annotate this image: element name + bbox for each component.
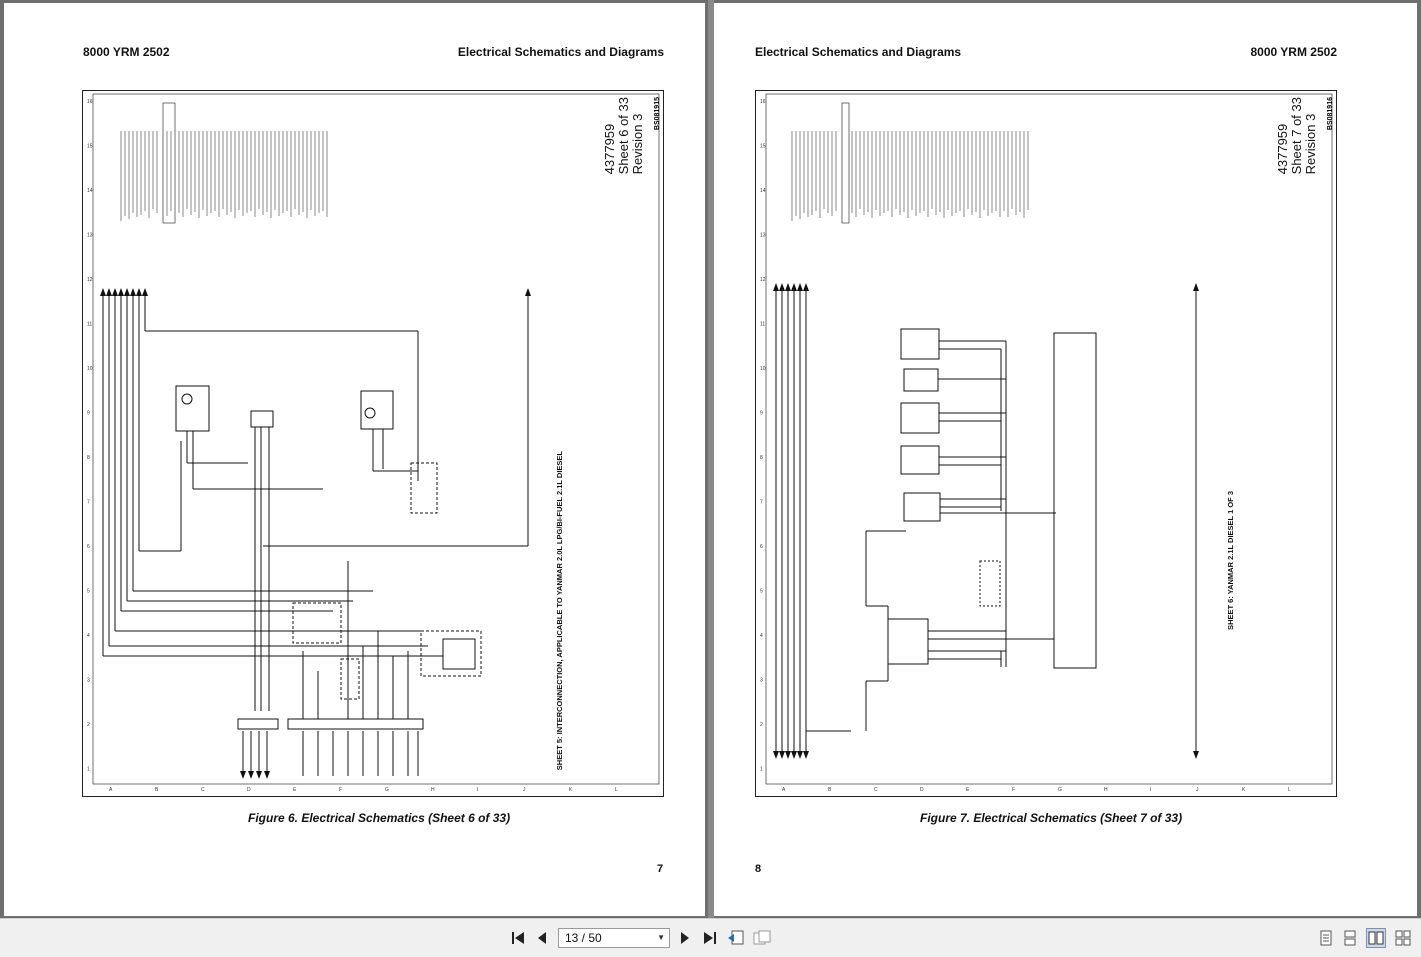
grid-col-label: G (1058, 787, 1062, 793)
grid-col-label: L (1288, 787, 1291, 793)
page-number-input[interactable]: 13 / 50 ▼ (558, 928, 670, 948)
grid-col-label: F (1012, 787, 1015, 793)
sheet-code: BS081915 (654, 97, 661, 131)
schematic-drawing: 16 15 14 13 12 11 10 9 8 7 6 5 4 3 2 1 A B C D E F G H I J K L (87, 93, 660, 793)
grid-row-label: 4 (760, 633, 763, 639)
grid-row-label: 3 (760, 678, 763, 684)
sheet-number: 4377959 Sheet 6 of 33 Revision 3 (602, 97, 645, 175)
section-title-header: Electrical Schematics and Diagrams (755, 45, 962, 59)
page-number: 7 (657, 863, 664, 875)
grid-row-label: 15 (87, 144, 93, 150)
last-page-icon[interactable] (700, 928, 720, 948)
grid-row-label: 2 (87, 722, 90, 728)
doc-code-header: 8000 YRM 2502 (83, 45, 170, 59)
grid-row-label: 5 (87, 589, 90, 595)
grid-col-label: H (431, 787, 435, 793)
viewer-toolbar: 13 / 50 ▼ (0, 918, 1421, 957)
grid-col-label: C (874, 787, 878, 793)
grid-row-label: 9 (760, 411, 763, 417)
grid-col-label: J (523, 787, 526, 793)
grid-col-label: A (109, 787, 113, 793)
grid-col-label: L (615, 787, 618, 793)
grid-col-label: D (920, 787, 924, 793)
first-page-icon[interactable] (508, 928, 528, 948)
left-page: 8000 YRM 2502 Electrical Schematics and … (4, 3, 705, 916)
grid-row-label: 8 (760, 455, 763, 461)
grid-row-label: 15 (760, 144, 766, 150)
grid-row-label: 12 (87, 277, 93, 283)
prev-page-icon[interactable] (532, 928, 552, 948)
grid-col-label: C (201, 787, 205, 793)
grid-row-label: 1 (87, 767, 90, 773)
doc-code-header: 8000 YRM 2502 (1250, 45, 1337, 59)
grid-row-label: 1 (760, 767, 763, 773)
grid-row-label: 7 (760, 500, 763, 506)
rotate-page-icon[interactable] (752, 928, 772, 948)
grid-row-label: 12 (760, 277, 766, 283)
grid-row-label: 11 (760, 322, 765, 328)
grid-col-label: E (966, 787, 970, 793)
grid-row-label: 9 (87, 411, 90, 417)
page-number: 8 (755, 863, 762, 875)
sheet-title: SHEET 6: YANMAR 2.1L DIESEL 1 OF 3 (1226, 491, 1235, 630)
figure-caption: Figure 6. Electrical Schematics (Sheet 6… (248, 811, 511, 825)
grid-row-label: 13 (760, 233, 766, 239)
grid-col-label: D (247, 787, 251, 793)
grid-col-label: A (782, 787, 786, 793)
grid-row-label: 11 (87, 322, 92, 328)
page-indicator: 13 / 50 (565, 931, 602, 945)
two-page-view-icon[interactable] (1366, 928, 1386, 948)
two-page-continuous-view-icon[interactable] (1393, 928, 1413, 948)
single-page-view-icon[interactable] (1316, 928, 1336, 948)
grid-col-label: H (1104, 787, 1108, 793)
grid-col-label: K (1242, 787, 1246, 793)
sheet-title: SHEET 5: INTERCONNECTION, APPLICABLE TO … (555, 451, 564, 771)
grid-col-label: J (1196, 787, 1199, 793)
grid-row-label: 2 (760, 722, 763, 728)
sheet-number: 4377959 Sheet 7 of 33 Revision 3 (1275, 97, 1318, 175)
schematic-sheet-6: 16 15 14 13 12 11 10 9 8 7 6 5 4 3 2 1 A B C D E F G H I J K L 4377… (82, 90, 664, 797)
grid-col-label: E (293, 787, 297, 793)
grid-row-label: 7 (87, 500, 90, 506)
grid-row-label: 4 (87, 633, 90, 639)
grid-row-label: 3 (87, 678, 90, 684)
sheet-code: BS081916 (1327, 97, 1334, 131)
grid-row-label: 16 (87, 99, 93, 105)
grid-row-label: 8 (87, 455, 90, 461)
grid-row-label: 5 (760, 589, 763, 595)
grid-row-label: 14 (760, 188, 766, 194)
chevron-down-icon[interactable]: ▼ (657, 929, 665, 947)
grid-row-label: 6 (760, 544, 763, 550)
grid-row-label: 6 (87, 544, 90, 550)
grid-col-label: K (569, 787, 573, 793)
grid-row-label: 10 (87, 366, 93, 372)
grid-col-label: B (828, 787, 832, 793)
figure-caption: Figure 7. Electrical Schematics (Sheet 7… (920, 811, 1183, 825)
extract-page-icon[interactable] (726, 928, 746, 948)
grid-col-label: F (339, 787, 342, 793)
grid-col-label: I (1150, 787, 1151, 793)
grid-col-label: I (477, 787, 478, 793)
grid-row-label: 14 (87, 188, 93, 194)
grid-col-label: B (155, 787, 159, 793)
grid-row-label: 10 (760, 366, 766, 372)
grid-row-label: 13 (87, 233, 93, 239)
continuous-view-icon[interactable] (1340, 928, 1360, 948)
section-title-header: Electrical Schematics and Diagrams (457, 45, 664, 59)
grid-row-label: 16 (760, 99, 766, 105)
right-page: Electrical Schematics and Diagrams 8000 … (714, 3, 1417, 916)
schematic-sheet-7: 16 15 14 13 12 11 10 9 8 7 6 5 4 3 2 1 A B C D E F G H I J K L 4377… (755, 90, 1337, 797)
grid-col-label: G (385, 787, 389, 793)
schematic-drawing: 16 15 14 13 12 11 10 9 8 7 6 5 4 3 2 1 A B C D E F G H I J K L (760, 93, 1333, 793)
next-page-icon[interactable] (675, 928, 695, 948)
